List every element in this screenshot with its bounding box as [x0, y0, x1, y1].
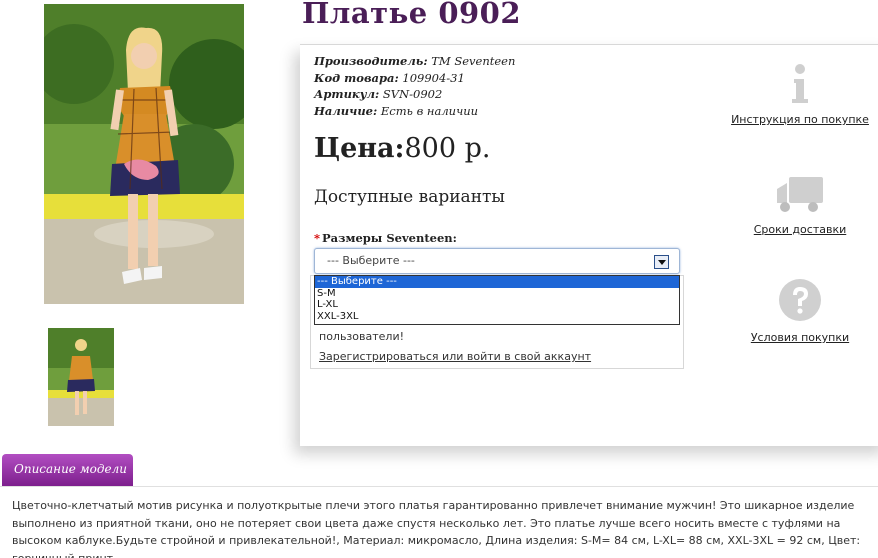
size-select-value: --- Выберите ---	[327, 254, 415, 267]
terms-link[interactable]: Условия покупки	[720, 331, 878, 344]
terms-block: Условия покупки	[720, 277, 878, 344]
attr-product-code: Код товара: 109904-31	[314, 70, 465, 85]
info-icon	[792, 64, 808, 103]
tab-description[interactable]: Описание модели	[2, 454, 133, 486]
product-page: Платье 0902 Производитель: TM Seventeen …	[0, 0, 878, 558]
product-info-panel: Производитель: TM Seventeen Код товара: …	[300, 44, 878, 446]
notice-text: пользователи!	[319, 330, 405, 343]
dress-thumbnail[interactable]	[48, 328, 114, 426]
attr-article: Артикул: SVN-0902	[314, 87, 443, 101]
size-dropdown-list[interactable]: --- Выберите --- S-M L-XL XXL-3XL	[314, 275, 680, 325]
size-select[interactable]: --- Выберите ---	[314, 248, 680, 274]
size-label: * Размеры Seventeen:	[314, 231, 457, 245]
delivery-link[interactable]: Сроки доставки	[720, 223, 878, 236]
product-title: Платье 0902	[302, 0, 522, 30]
variants-title: Доступные варианты	[314, 187, 505, 207]
size-option[interactable]: S-M	[315, 288, 679, 300]
truck-icon	[777, 177, 823, 212]
product-price: Цена:800 р.	[314, 133, 491, 164]
instruction-block: Инструкция по покупке	[720, 63, 878, 126]
chevron-down-icon[interactable]	[654, 255, 669, 269]
size-option[interactable]: L-XL	[315, 299, 679, 311]
dress-photo[interactable]	[44, 4, 244, 304]
delivery-block: Сроки доставки	[720, 173, 878, 236]
instruction-link[interactable]: Инструкция по покупке	[720, 113, 878, 126]
login-link[interactable]: Зарегистрироваться или войти в свой акка…	[319, 350, 591, 363]
size-option[interactable]: --- Выберите ---	[315, 276, 679, 288]
question-icon	[779, 279, 821, 321]
attr-availability: Наличие: Есть в наличии	[314, 103, 479, 118]
size-option[interactable]: XXL-3XL	[315, 311, 679, 323]
product-attributes: Производитель: TM Seventeen Код товара: …	[314, 53, 515, 119]
attr-manufacturer: Производитель: TM Seventeen	[314, 54, 516, 68]
description-text: Цветочно-клетчатый мотив рисунка и полуо…	[0, 486, 878, 558]
